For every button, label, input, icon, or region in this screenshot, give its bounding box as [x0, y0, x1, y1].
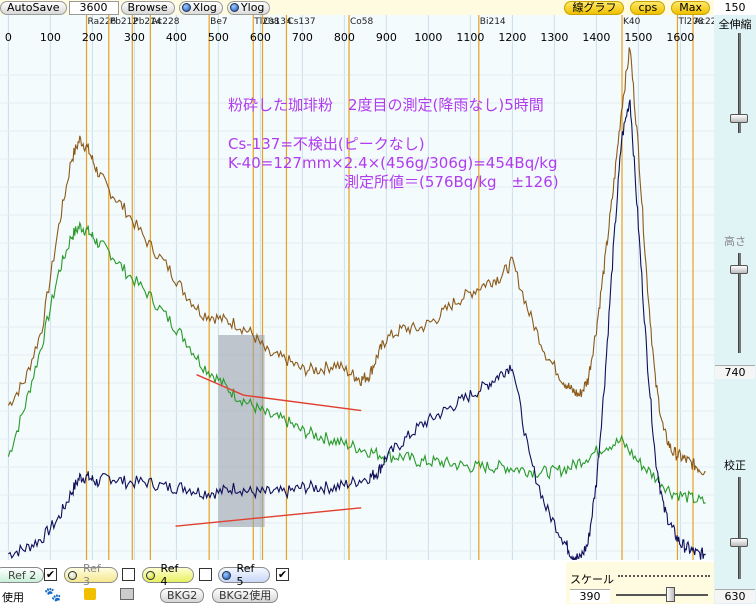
x-tick-label: 100 [40, 31, 61, 44]
max-button[interactable]: Max [671, 0, 710, 15]
zoom-all-label: 全伸縮 [718, 18, 752, 31]
x-tick-label: 1300 [540, 31, 568, 44]
ref2-label: Ref 2 [8, 568, 37, 582]
annotation-title: 粉砕した珈琲粉 2度目の測定(降雨なし)5時間 [228, 96, 544, 114]
x-tick-label: 800 [334, 31, 355, 44]
scale-control: スケール 390 [566, 562, 714, 604]
roi-region [218, 335, 265, 527]
ref4-checkbox[interactable] [199, 568, 212, 581]
ref3-checkbox[interactable] [122, 568, 135, 581]
browse-button[interactable]: Browse [120, 0, 175, 15]
radio-icon [229, 3, 239, 12]
calib-thumb[interactable] [730, 538, 748, 547]
isotope-marker-label: Ac228 [694, 17, 714, 27]
x-tick-label: 300 [124, 31, 145, 44]
radio-icon [222, 570, 231, 580]
cps-button[interactable]: cps [630, 0, 666, 15]
ref4-label: Ref 4 [160, 562, 179, 588]
paw-icon[interactable]: 🐾 [44, 587, 61, 603]
ref4-toggle[interactable]: Ref 4 [142, 562, 194, 588]
x-tick-label: 0 [5, 31, 12, 44]
ref5-checkbox[interactable]: ✔ [276, 568, 289, 581]
isotope-marker-label: Be7 [210, 17, 227, 27]
spectrum-plot: Ra226 Pb212 Pb214 Ac228 Be7 Tl208 Cs134 Cs137 Co… [0, 15, 714, 560]
isotope-marker-label: K40 [623, 17, 641, 27]
use-label: 使用 [2, 591, 24, 604]
isotope-marker-label: Bi214 [480, 17, 506, 27]
bkg2-use-button[interactable]: BKG2使用 [212, 588, 279, 603]
x-tick-label: 1500 [624, 31, 652, 44]
annotation-cs137: Cs-137=不検出(ピークなし) [228, 135, 425, 153]
scale-ticks [618, 575, 710, 578]
calib-value: 630 [715, 589, 755, 603]
ylog-toggle[interactable]: Ylog [226, 0, 271, 15]
radio-icon [146, 570, 155, 580]
x-tick-label: 700 [292, 31, 313, 44]
x-tick-label: 900 [376, 31, 397, 44]
printer-icon[interactable] [120, 588, 134, 600]
xlog-toggle[interactable]: Xlog [178, 0, 223, 15]
ref2-checkbox[interactable]: ✔ [44, 568, 57, 581]
isotope-marker-label: Cs137 [287, 17, 315, 27]
x-tick-label: 400 [166, 31, 187, 44]
x-tick-label: 1400 [582, 31, 610, 44]
x-tick-label: 1100 [456, 31, 484, 44]
ref3-toggle[interactable]: Ref 3 [64, 562, 118, 588]
ref2-toggle[interactable]: Ref 2 [0, 567, 44, 583]
autosave-button[interactable]: AutoSave [0, 0, 67, 15]
x-tick-label: 1600 [666, 31, 694, 44]
annotation-measured: 測定所値＝(576Bq/kg ±126) [344, 173, 559, 191]
scale-track[interactable] [616, 594, 708, 596]
height-thumb[interactable] [730, 265, 748, 274]
x-tick-label: 600 [250, 31, 271, 44]
calib-label: 校正 [724, 459, 746, 472]
zoom-readout: 150 [714, 0, 756, 15]
x-tick-label: 200 [82, 31, 103, 44]
ref5-label: Ref 5 [236, 562, 255, 588]
isotope-marker-label: Ac228 [151, 17, 179, 27]
xlog-label: Xlog [192, 1, 217, 14]
isotope-marker-label: Co58 [350, 17, 374, 27]
radio-icon [68, 570, 77, 580]
right-control-panel: 全伸縮 高さ 740 校正 630 [714, 15, 756, 604]
x-tick-label: 500 [208, 31, 229, 44]
ref5-toggle[interactable]: Ref 5 [218, 562, 270, 588]
scale-value: 390 [570, 589, 610, 603]
bkg2-button[interactable]: BKG2 [160, 588, 205, 603]
lock-icon[interactable] [84, 588, 96, 600]
annotation-k40: K-40=127mm×2.4×(456g/306g)=454Bq/kg [228, 154, 558, 172]
scale-thumb[interactable] [666, 587, 675, 602]
interval-field[interactable]: 3600 [68, 0, 119, 15]
series-line-green [7, 220, 706, 505]
height-label: 高さ [724, 235, 746, 248]
height-value: 740 [715, 365, 755, 379]
scale-label: スケール [570, 573, 614, 586]
x-tick-label: 1000 [414, 31, 442, 44]
line-graph-button[interactable]: 線グラフ [564, 0, 625, 15]
ylog-label: Ylog [240, 1, 265, 14]
zoom-all-thumb[interactable] [730, 114, 748, 123]
top-toolbar: AutoSave 3600 Browse Xlog Ylog 線グラフ cps … [0, 0, 714, 15]
x-tick-label: 1200 [498, 31, 526, 44]
ref3-label: Ref 3 [82, 562, 101, 588]
radio-icon [181, 3, 191, 12]
spectrum-analyzer-window: AutoSave 3600 Browse Xlog Ylog 線グラフ cps … [0, 0, 756, 604]
calib-track[interactable] [738, 477, 741, 579]
